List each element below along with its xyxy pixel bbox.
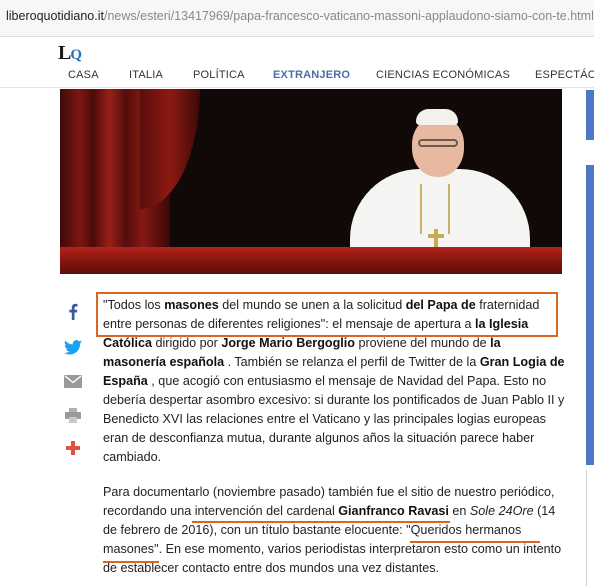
bold-text: del Papa de <box>405 298 476 312</box>
logo-letter-l: L <box>58 42 71 64</box>
glasses <box>418 139 458 147</box>
article-paragraph-1: "Todos los masones del mundo se unen a l… <box>103 296 565 467</box>
text-span: "Todos los <box>103 298 165 312</box>
bold-text: masones <box>164 298 219 312</box>
cross-chain <box>420 184 450 234</box>
url-domain: liberoquotidiano.it <box>6 9 104 23</box>
sidebar-banner-top[interactable] <box>586 90 594 140</box>
white-zucchetto <box>416 109 458 125</box>
facebook-share-button[interactable] <box>62 303 84 325</box>
site-logo[interactable]: LQ <box>58 42 82 65</box>
nav-ciencias-economicas[interactable]: CIENCIAS ECONÓMICAS <box>376 69 510 81</box>
pope-head <box>412 117 464 177</box>
red-balcony-drape <box>60 247 562 274</box>
italic-text: Sole 24Ore <box>469 504 534 518</box>
url-path: /news/esteri/13417969/papa-francesco-vat… <box>104 9 594 23</box>
address-bar[interactable]: liberoquotidiano.it/news/esteri/13417969… <box>0 0 594 37</box>
underline-intervencion <box>192 521 450 523</box>
underline-queridos-hermanos <box>410 541 540 543</box>
twitter-share-button[interactable] <box>62 340 84 362</box>
hero-image <box>60 89 562 274</box>
nav-italia[interactable]: ITALIA <box>129 69 163 81</box>
text-span: ". En ese momento, varios periodistas in… <box>103 542 562 575</box>
text-span: en <box>448 504 470 518</box>
nav-espectaculos[interactable]: ESPECTÁCU <box>535 69 594 81</box>
bold-text: Jorge Mario Bergoglio <box>221 336 355 350</box>
bold-link-text[interactable]: Gianfranco Ravasi <box>338 504 449 518</box>
text-span: del mundo se unen a la solicitud <box>218 298 406 312</box>
site-header: LQ CASA ITALIA POLÍTICA EXTRANJERO CIENC… <box>0 38 594 88</box>
nav-politica[interactable]: POLÍTICA <box>193 69 245 81</box>
link-text[interactable]: intervención del cardenal <box>195 504 339 518</box>
pectoral-cross-bar <box>428 234 444 238</box>
email-share-button[interactable] <box>62 375 84 397</box>
text-span: , que acogió con entusiasmo el mensaje d… <box>103 374 565 464</box>
main-nav: CASA ITALIA POLÍTICA EXTRANJERO CIENCIAS… <box>0 69 594 87</box>
plus-icon <box>66 441 80 455</box>
sidebar-banner[interactable] <box>586 165 594 465</box>
article-paragraph-2: Para documentarlo (noviembre pasado) tam… <box>103 483 565 578</box>
print-icon <box>65 408 81 423</box>
sidebar-divider <box>586 470 594 586</box>
text-span: proviene del mundo de <box>354 336 491 350</box>
nav-casa[interactable]: CASA <box>68 69 99 81</box>
logo-letter-q: Q <box>70 47 82 63</box>
text-span: dirigido por <box>152 336 222 350</box>
pectoral-cross-icon <box>434 229 438 247</box>
print-button[interactable] <box>62 408 84 430</box>
url-text[interactable]: liberoquotidiano.it/news/esteri/13417969… <box>6 9 594 23</box>
email-icon <box>64 375 82 388</box>
underline-masones <box>103 561 159 563</box>
facebook-icon <box>69 303 78 320</box>
text-span: . También se relanza el perfil de Twitte… <box>224 355 480 369</box>
twitter-icon <box>64 340 82 355</box>
more-share-button[interactable] <box>62 441 84 463</box>
nav-extranjero[interactable]: EXTRANJERO <box>273 69 350 81</box>
